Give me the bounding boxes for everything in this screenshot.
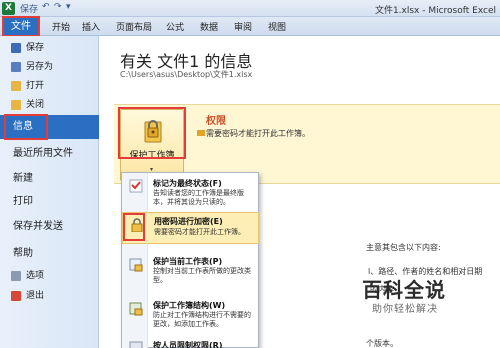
sidebar-item-label: 保存 (26, 43, 45, 53)
tab-formulas[interactable]: 公式 (166, 20, 184, 33)
menu-item-title: 按人员限制权限(R) (153, 341, 223, 348)
permissions-description: 需要密码才能打开此工作簿。 (206, 129, 310, 138)
sidebar-item-save-as[interactable]: 另存为 (0, 58, 99, 76)
sidebar-item-label: 选项 (26, 271, 45, 281)
menu-item-title: 标记为最终状态(F) (153, 179, 222, 188)
sidebar-item-label: 帮助 (13, 248, 33, 259)
file-tab-highlight (2, 16, 40, 37)
sidebar-item-exit[interactable]: 退出 (0, 287, 99, 305)
save-as-icon (11, 62, 21, 72)
sidebar-item-close[interactable]: 关闭 (0, 96, 99, 114)
sidebar-item-save-send[interactable]: 保存并发送 (0, 215, 99, 239)
protect-workbook-menu: 标记为最终状态(F) 告知读者您的工作簿是最终版本，并将其设为只读的。 用密码进… (121, 172, 259, 348)
sidebar-item-label: 打印 (13, 196, 33, 207)
sidebar-item-new[interactable]: 新建 (0, 167, 99, 191)
save-quick-icon[interactable]: 保存 (20, 2, 38, 15)
sidebar-item-recent[interactable]: 最近所用文件 (0, 142, 99, 166)
watermark-title: 百科全说 (362, 278, 446, 302)
tab-review[interactable]: 审阅 (234, 20, 252, 33)
window-title: 文件1.xlsx - Microsoft Excel (374, 6, 496, 16)
inspect-text: 主意其包含以下内容: (366, 243, 441, 252)
sidebar-item-save[interactable]: 保存 (0, 39, 99, 57)
menu-item-restrict[interactable]: 按人员限制权限(R) (122, 339, 259, 348)
menu-item-desc: 控制对当前工作表所做的更改类型。 (153, 267, 251, 284)
sidebar-item-open[interactable]: 打开 (0, 77, 99, 95)
open-folder-icon (11, 81, 21, 91)
sidebar-item-label: 新建 (13, 173, 33, 184)
info-highlight (4, 114, 48, 140)
close-file-icon (11, 100, 21, 110)
warning-key-icon (197, 130, 205, 136)
sidebar-item-label: 打开 (26, 81, 45, 91)
options-icon (11, 271, 21, 281)
save-icon (11, 43, 21, 53)
sidebar-item-label: 另存为 (26, 62, 54, 72)
sidebar-item-options[interactable]: 选项 (0, 267, 99, 285)
sidebar-item-print[interactable]: 打印 (0, 190, 99, 214)
sidebar-item-label: 保存并发送 (13, 221, 63, 232)
customize-quick-access-icon[interactable]: ▾ (66, 2, 71, 12)
versions-text: 个版本。 (366, 339, 398, 348)
active-item-pointer (91, 115, 99, 133)
sidebar-item-label: 最近所用文件 (13, 148, 73, 159)
restrict-icon (129, 341, 143, 348)
menu-item-desc: 防止对工作簿结构进行不需要的更改，如添加工作表。 (153, 311, 251, 328)
sidebar-item-help[interactable]: 帮助 (0, 242, 99, 266)
watermark-subtitle: 助你轻松解决 (372, 304, 438, 315)
tab-insert[interactable]: 插入 (82, 20, 100, 33)
exit-icon (11, 291, 21, 301)
tab-page-layout[interactable]: 页面布局 (116, 20, 152, 33)
title-bar: X 保存 ↶ ↷ ▾ 文件1.xlsx - Microsoft Excel (0, 0, 500, 17)
sidebar-item-label: 退出 (26, 291, 45, 301)
menu-item-desc: 告知读者您的工作簿是最终版本，并将其设为只读的。 (153, 189, 244, 206)
permissions-title: 权限 (206, 116, 226, 127)
menu-item-protect-sheet[interactable]: 保护当前工作表(P) 控制对当前工作表所做的更改类型。 (122, 253, 259, 289)
menu-item-desc: 需要密码才能打开此工作簿。 (154, 228, 245, 236)
mark-final-icon (129, 179, 143, 193)
menu-item-title: 用密码进行加密(E) (154, 217, 223, 226)
undo-icon[interactable]: ↶ (42, 2, 50, 12)
menu-item-title: 保护当前工作表(P) (153, 257, 223, 266)
tab-data[interactable]: 数据 (200, 20, 218, 33)
menu-item-title: 保护工作簿结构(W) (153, 301, 226, 310)
tab-home[interactable]: 开始 (52, 20, 70, 33)
protect-sheet-icon (129, 258, 143, 272)
menu-item-protect-structure[interactable]: 保护工作簿结构(W) 防止对工作簿结构进行不需要的更改，如添加工作表。 (122, 297, 259, 333)
encrypt-icon-highlight (123, 213, 145, 241)
tab-view[interactable]: 视图 (268, 20, 286, 33)
redo-icon[interactable]: ↷ (54, 2, 62, 12)
ribbon-tabs: 文件 开始 插入 页面布局 公式 数据 审阅 视图 (0, 17, 500, 36)
menu-item-mark-final[interactable]: 标记为最终状态(F) 告知读者您的工作簿是最终版本，并将其设为只读的。 (122, 175, 259, 209)
excel-logo-icon[interactable]: X (2, 2, 15, 15)
sidebar-item-label: 关闭 (26, 100, 45, 110)
protect-structure-icon (129, 302, 143, 316)
backstage-sidebar: 保存 另存为 打开 关闭 信息 最近所用文件 新建 打印 保存并发送 帮助 选项… (0, 36, 99, 348)
file-path: C:\Users\asus\Desktop\文件1.xlsx (120, 70, 253, 79)
protect-button-highlight (118, 107, 186, 159)
